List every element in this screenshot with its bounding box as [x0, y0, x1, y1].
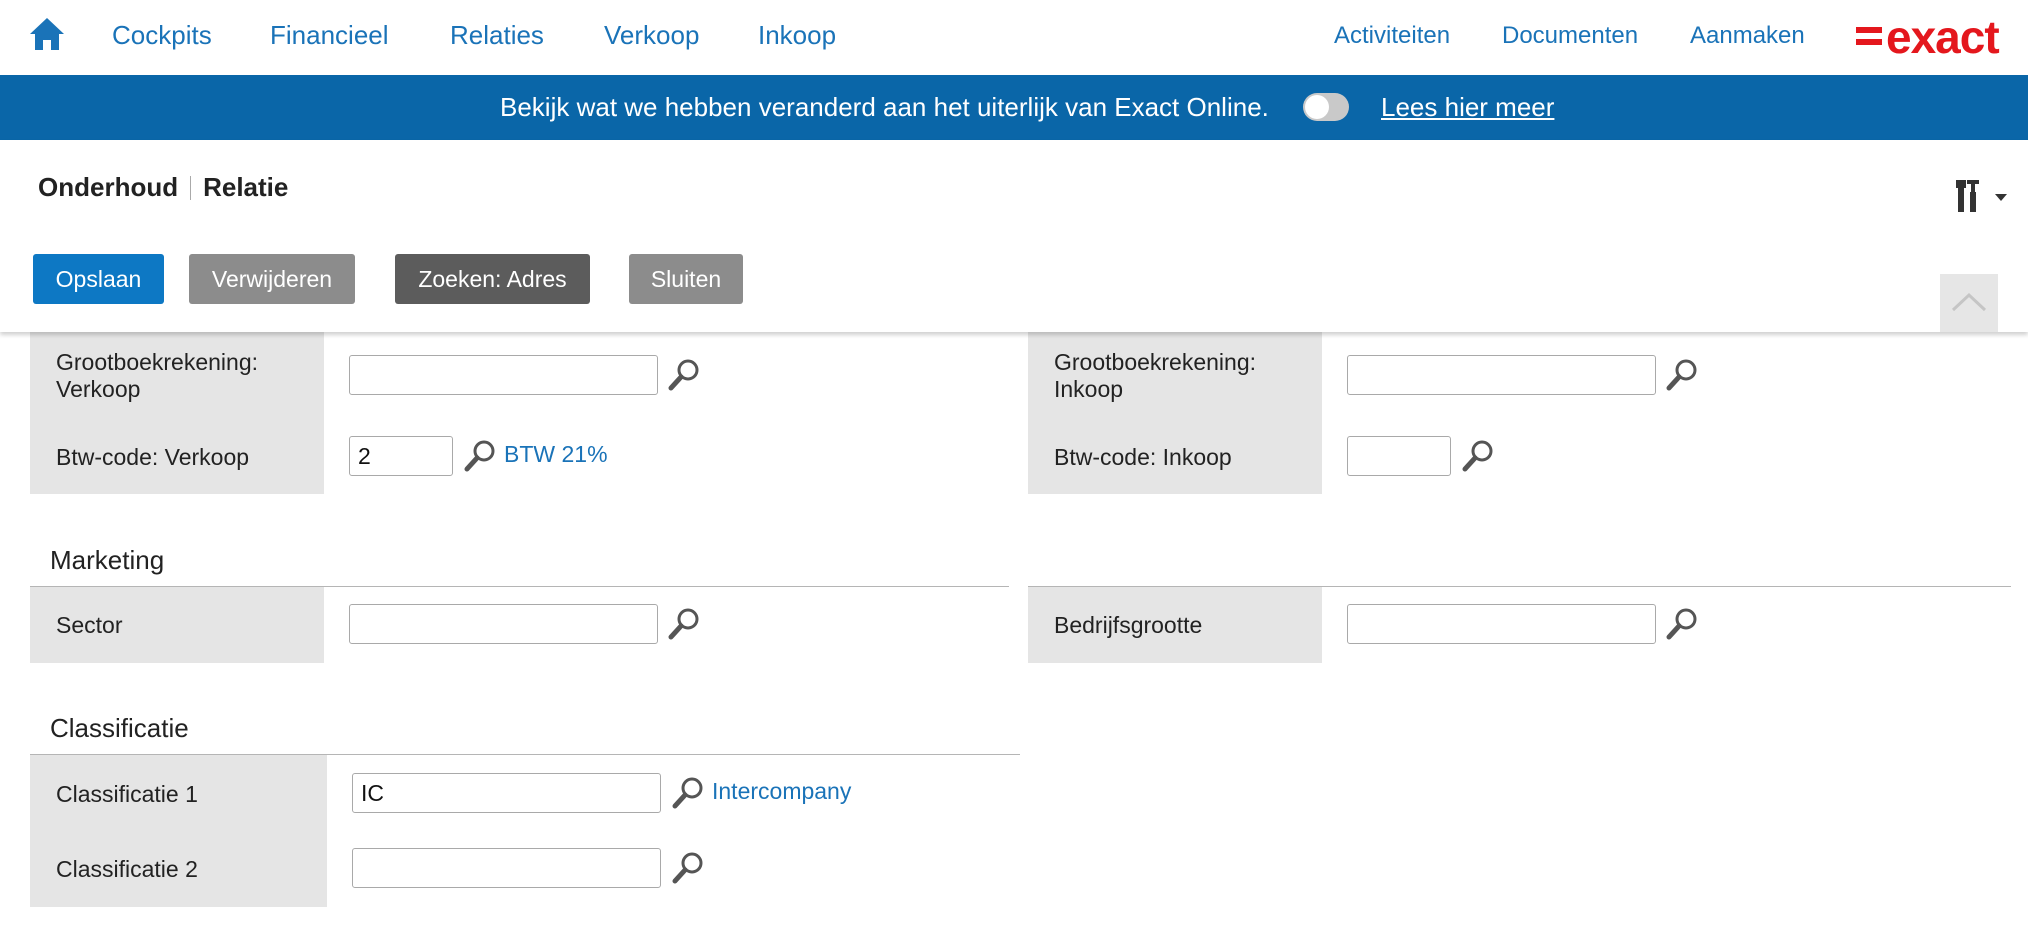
search-icon[interactable] [1460, 438, 1496, 474]
classification2-label: Classificatie 2 [56, 856, 198, 882]
banner-toggle[interactable] [1303, 93, 1349, 121]
search-icon[interactable] [670, 850, 706, 886]
gl-sales-label: Grootboekrekening: Verkoop [56, 349, 258, 403]
nav-aanmaken[interactable]: Aanmaken [1690, 22, 1805, 50]
exact-logo[interactable]: exact [1856, 11, 2000, 63]
classification1-field[interactable] [352, 773, 661, 813]
gl-purchase-label: Grootboekrekening: Inkoop [1054, 349, 1256, 403]
breadcrumb-relatie: Relatie [203, 172, 289, 202]
nav-documenten[interactable]: Documenten [1502, 22, 1638, 50]
home-icon[interactable] [28, 16, 66, 52]
marketing-section-title: Marketing [50, 545, 165, 575]
search-icon[interactable] [666, 357, 702, 393]
gl-sales-label-line2: Verkoop [56, 376, 141, 402]
classification1-description-link[interactable]: Intercompany [712, 778, 851, 805]
page-header: Onderhoud Relatie Opslaan Verwijderen Zo… [0, 140, 2028, 332]
gl-purchase-label-line2: Inkoop [1054, 376, 1124, 402]
delete-button[interactable]: Verwijderen [189, 254, 355, 304]
gl-purchase-label-line1: Grootboekrekening: [1054, 349, 1257, 375]
search-address-button[interactable]: Zoeken: Adres [395, 254, 590, 304]
toggle-knob [1305, 95, 1329, 119]
chevron-up-icon[interactable] [1940, 274, 1998, 332]
close-button[interactable]: Sluiten [629, 254, 743, 304]
breadcrumb-separator [190, 175, 192, 200]
save-button[interactable]: Opslaan [33, 254, 164, 304]
company-size-field[interactable] [1347, 604, 1656, 644]
classification2-field[interactable] [352, 848, 661, 888]
search-icon[interactable] [1664, 357, 1700, 393]
banner-read-more-link[interactable]: Lees hier meer [1381, 92, 1554, 123]
search-icon[interactable] [1664, 606, 1700, 642]
gl-purchase-field[interactable] [1347, 355, 1656, 395]
nav-relaties[interactable]: Relaties [450, 20, 544, 51]
classification-section-title: Classificatie [50, 713, 189, 743]
classification-label-column [30, 755, 327, 907]
vat-sales-description-link[interactable]: BTW 21% [504, 441, 608, 468]
vat-sales-field[interactable] [349, 436, 453, 476]
search-icon[interactable] [462, 438, 498, 474]
vat-purchase-field[interactable] [1347, 436, 1451, 476]
company-size-label: Bedrijfsgrootte [1054, 612, 1203, 638]
logo-text: exact [1886, 11, 2000, 63]
nav-cockpits[interactable]: Cockpits [112, 20, 212, 51]
banner-message: Bekijk wat we hebben veranderd aan het u… [500, 92, 1269, 122]
top-navigation: Cockpits Financieel Relaties Verkoop Ink… [0, 0, 2028, 75]
tools-icon[interactable] [1955, 178, 2011, 214]
gl-sales-field[interactable] [349, 355, 658, 395]
vat-sales-label: Btw-code: Verkoop [56, 444, 250, 470]
breadcrumb: Onderhoud Relatie [38, 172, 288, 203]
gl-sales-label-line1: Grootboekrekening: [56, 349, 259, 375]
nav-activiteiten[interactable]: Activiteiten [1334, 22, 1450, 50]
nav-inkoop[interactable]: Inkoop [758, 20, 836, 51]
info-banner: Bekijk wat we hebben veranderd aan het u… [0, 75, 2028, 140]
vat-purchase-label: Btw-code: Inkoop [1054, 444, 1232, 470]
nav-verkoop[interactable]: Verkoop [604, 20, 699, 51]
nav-financieel[interactable]: Financieel [270, 20, 389, 51]
search-icon[interactable] [666, 606, 702, 642]
classification1-label: Classificatie 1 [56, 781, 198, 807]
breadcrumb-onderhoud: Onderhoud [38, 172, 179, 202]
sector-label: Sector [56, 612, 123, 638]
logo-equals-mark [1856, 25, 1882, 47]
sector-field[interactable] [349, 604, 658, 644]
search-icon[interactable] [670, 775, 706, 811]
